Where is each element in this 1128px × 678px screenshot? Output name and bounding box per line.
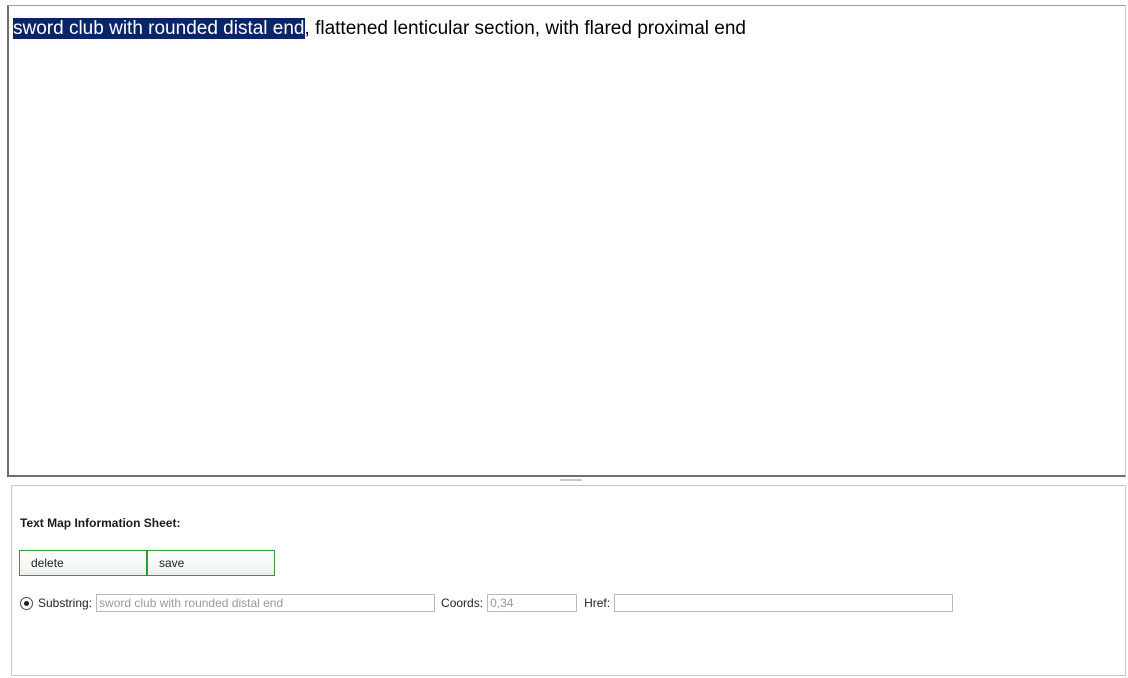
text-editor-pane[interactable]: sword club with rounded distal end, flat… — [7, 5, 1126, 477]
delete-button[interactable]: delete — [19, 550, 147, 576]
coords-label: Coords: — [441, 596, 484, 610]
info-sheet-title: Text Map Information Sheet: — [20, 516, 181, 530]
pane-splitter[interactable] — [7, 477, 1126, 485]
substring-input[interactable]: sword club with rounded distal end — [96, 594, 436, 612]
editor-text-line[interactable]: sword club with rounded distal end, flat… — [13, 18, 746, 40]
substring-field-row: Substring: sword club with rounded dista… — [20, 594, 954, 612]
unselected-text[interactable]: , flattened lenticular section, with fla… — [305, 18, 746, 39]
selected-text[interactable]: sword club with rounded distal end — [13, 18, 305, 39]
info-sheet-panel: Text Map Information Sheet: delete save … — [11, 485, 1126, 676]
splitter-grip-icon[interactable] — [560, 479, 582, 481]
save-button[interactable]: save — [147, 550, 275, 576]
coords-input[interactable]: 0,34 — [487, 594, 578, 612]
href-input[interactable] — [614, 594, 954, 612]
substring-label: Substring: — [38, 596, 93, 610]
href-label: Href: — [584, 596, 611, 610]
text-map-editor-window: sword club with rounded distal end, flat… — [0, 0, 1128, 678]
substring-radio[interactable] — [20, 596, 33, 610]
action-button-row: delete save — [19, 550, 275, 576]
